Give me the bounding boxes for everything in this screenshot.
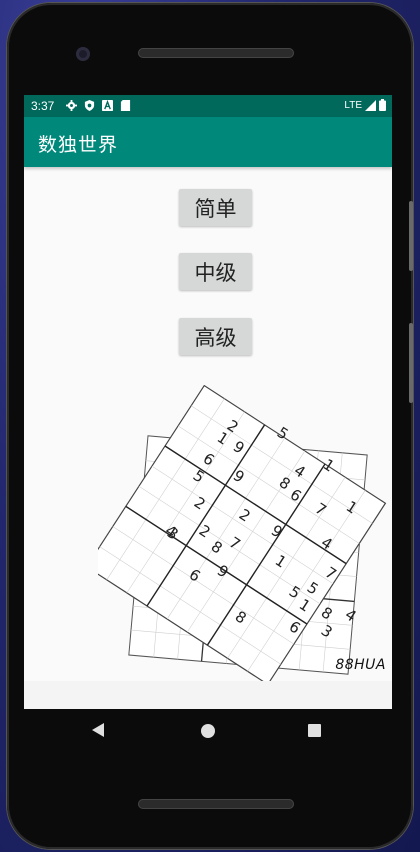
app-bar: 数独世界 <box>24 117 392 167</box>
volume-button <box>409 323 413 403</box>
bottom-strip <box>24 681 392 709</box>
home-icon[interactable] <box>201 724 215 738</box>
a-badge-icon <box>102 100 113 111</box>
status-right-group: LTE <box>344 99 386 111</box>
network-type: LTE <box>344 99 362 111</box>
sudoku-illustration: 2 51964 15 9 867 122943 28 7176 9551 8 48 6 34 <box>98 385 387 685</box>
status-time: 3:37 <box>31 99 55 113</box>
watermark-text: 88HUA <box>335 657 386 673</box>
app-title: 数独世界 <box>38 134 119 156</box>
easy-button[interactable]: 简单 <box>179 189 252 226</box>
system-nav-bar <box>24 709 392 753</box>
power-button <box>409 201 413 271</box>
app-screen: 3:37 LTE 数独世界 简单 中级 高级 2 5 1 9 6 4 1 5 9… <box>24 95 392 709</box>
status-bar: 3:37 LTE <box>24 95 392 117</box>
hard-button[interactable]: 高级 <box>179 318 252 355</box>
settings-icon <box>66 100 77 111</box>
medium-button[interactable]: 中级 <box>179 253 252 290</box>
back-icon[interactable] <box>92 723 104 737</box>
bottom-speaker <box>138 799 294 809</box>
top-speaker <box>138 48 294 58</box>
sd-card-icon <box>120 100 131 111</box>
battery-icon <box>379 99 386 111</box>
recents-icon[interactable] <box>308 724 321 737</box>
shield-icon <box>84 100 95 111</box>
signal-icon <box>365 99 376 111</box>
front-camera <box>76 47 90 61</box>
